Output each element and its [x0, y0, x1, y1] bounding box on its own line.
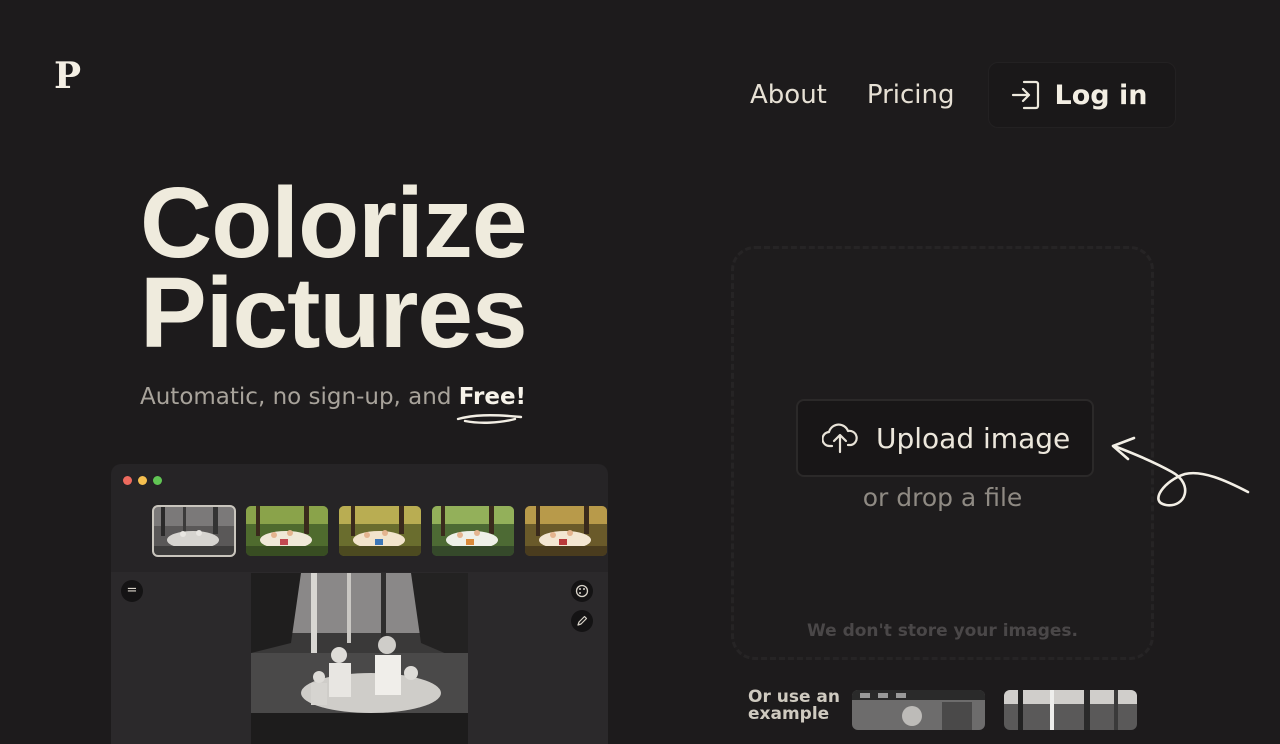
editor-canvas: = [111, 572, 608, 744]
upload-image-button[interactable]: Upload image [796, 399, 1094, 477]
palette-icon[interactable] [571, 580, 593, 602]
thumbnail-colorized-2[interactable] [339, 506, 421, 556]
examples-label: Or use an example [748, 687, 840, 724]
upload-dropzone[interactable]: Upload image or drop a file We don't sto… [731, 246, 1154, 660]
app-preview-window: = [111, 464, 608, 744]
thumbnail-original[interactable] [152, 505, 236, 557]
drop-file-text: or drop a file [862, 483, 1023, 512]
subtitle-emphasis: Free! [458, 384, 527, 410]
preview-photo [251, 573, 468, 744]
underline-squiggle [456, 414, 522, 424]
subtitle-lead: Automatic, no sign-up, and [140, 384, 459, 410]
menu-icon[interactable]: = [121, 580, 143, 602]
nav-link-about[interactable]: About [750, 80, 827, 110]
example-image-1[interactable] [852, 690, 985, 730]
close-dot [123, 476, 132, 485]
cloud-upload-icon [822, 423, 858, 454]
thumbnail-colorized-4[interactable] [525, 506, 607, 556]
hero-title: Colorize Pictures [140, 167, 528, 369]
hand-drawn-arrow-icon [1111, 436, 1250, 507]
brand-logo[interactable]: P [54, 58, 81, 94]
login-label: Log in [1054, 79, 1148, 111]
thumbnail-colorized-3[interactable] [432, 506, 514, 556]
top-nav: About Pricing Log in [730, 62, 1176, 128]
hero-title-line-1: Colorize [140, 167, 527, 279]
thumbnail-colorized-1[interactable] [246, 506, 328, 556]
thumbnail-strip [152, 505, 608, 557]
hero-subtitle: Automatic, no sign-up, and Free! [140, 384, 527, 424]
maximize-dot [153, 476, 162, 485]
hero-title-line-2: Pictures [140, 257, 528, 369]
upload-button-label: Upload image [876, 421, 1071, 455]
privacy-note: We don't store your images. [806, 621, 1078, 641]
pencil-icon[interactable] [571, 610, 593, 632]
minimize-dot [138, 476, 147, 485]
window-controls [123, 476, 168, 485]
subtitle-emphasis-wrap: Free! [456, 384, 527, 424]
login-icon [1011, 80, 1039, 110]
nav-link-pricing[interactable]: Pricing [867, 80, 955, 110]
login-button[interactable]: Log in [987, 62, 1176, 128]
example-image-2[interactable] [1004, 690, 1137, 730]
